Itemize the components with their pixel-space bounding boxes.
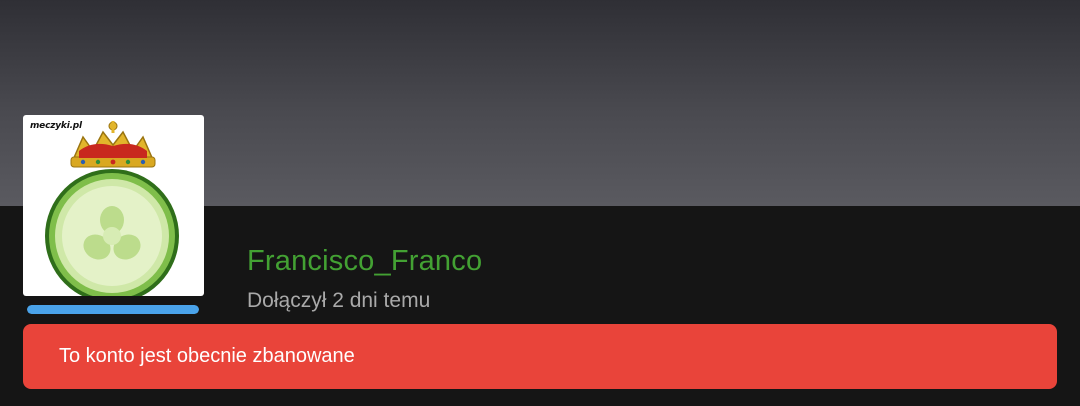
avatar-watermark: meczyki.pl — [30, 121, 82, 131]
avatar[interactable]: meczyki.pl — [23, 115, 204, 296]
ban-notice-text: To konto jest obecnie zbanowane — [59, 345, 355, 367]
joined-date: Dołączył 2 dni temu — [247, 289, 431, 312]
level-progress-bar — [27, 305, 199, 314]
ban-notice-banner: To konto jest obecnie zbanowane — [23, 324, 1057, 389]
username: Francisco_Franco — [247, 245, 483, 277]
level-progress-fill — [27, 305, 199, 314]
avatar-image — [45, 121, 179, 296]
